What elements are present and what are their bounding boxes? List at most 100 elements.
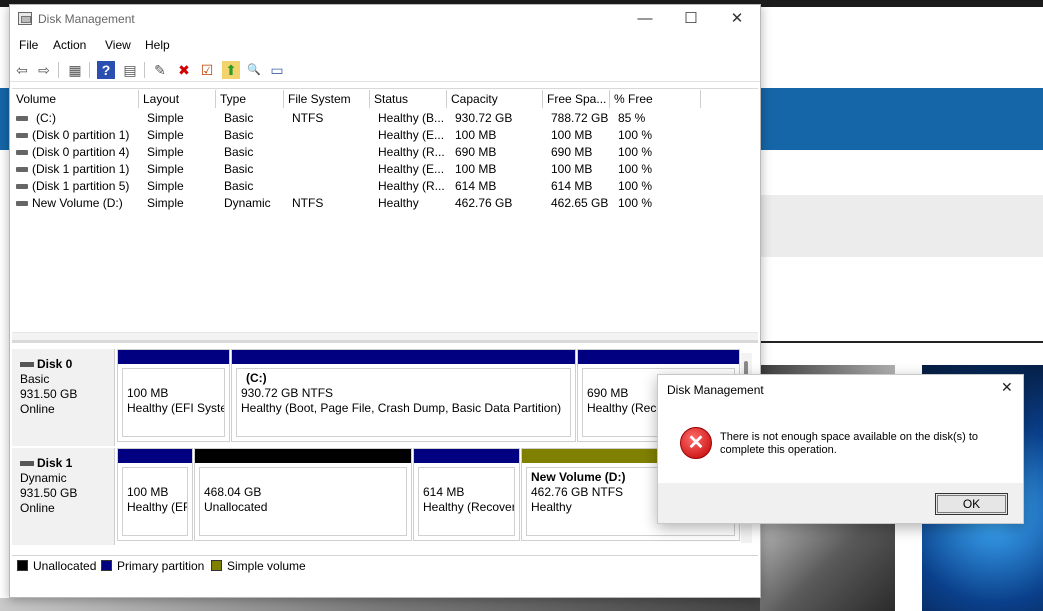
help-icon[interactable]: ? bbox=[97, 61, 115, 79]
cell-volume: (C:) bbox=[36, 111, 56, 125]
cell-percent-free: 100 % bbox=[618, 179, 653, 193]
partition-size: 614 MB bbox=[423, 485, 465, 499]
cell-type: Basic bbox=[224, 128, 254, 142]
forward-arrow-icon[interactable]: ⇨ bbox=[35, 61, 53, 79]
disk-management-window: Disk Management — ☐ ✕ File Action View H… bbox=[9, 4, 761, 598]
column-header-layout[interactable]: Layout bbox=[139, 90, 216, 108]
view-settings-icon[interactable]: ▭ bbox=[268, 61, 286, 79]
table-row[interactable]: (Disk 1 partition 1) Simple Basic Health… bbox=[12, 161, 758, 178]
disk-type: Basic bbox=[20, 372, 50, 386]
ok-button[interactable]: OK bbox=[935, 493, 1008, 515]
error-dialog: Disk Management ✕ ✕ There is not enough … bbox=[657, 374, 1024, 524]
cell-volume: New Volume (D:) bbox=[32, 196, 123, 210]
cell-layout: Simple bbox=[147, 111, 184, 125]
volume-icon bbox=[16, 184, 28, 189]
partition-status: Healthy (Recover bbox=[423, 500, 515, 514]
cell-status: Healthy bbox=[378, 196, 419, 210]
cell-free-space: 614 MB bbox=[551, 179, 593, 193]
disk-management-app-icon bbox=[18, 12, 32, 25]
partition-size: 468.04 GB bbox=[204, 485, 262, 499]
legend-label: Simple volume bbox=[227, 559, 306, 573]
column-header-percent-free[interactable]: % Free bbox=[610, 90, 701, 108]
checklist-icon[interactable]: ☑ bbox=[198, 61, 216, 79]
cell-layout: Simple bbox=[147, 162, 184, 176]
cell-capacity: 930.72 GB bbox=[455, 111, 513, 125]
table-row[interactable]: (Disk 0 partition 4) Simple Basic Health… bbox=[12, 144, 758, 161]
menu-action[interactable]: Action bbox=[53, 38, 86, 52]
title-bar[interactable]: Disk Management — ☐ ✕ bbox=[10, 5, 760, 33]
cell-layout: Simple bbox=[147, 179, 184, 193]
toolbar-separator bbox=[89, 62, 90, 78]
legend-swatch-unallocated bbox=[17, 560, 28, 571]
partition-info: 468.04 GB Unallocated bbox=[199, 467, 407, 536]
column-header-volume[interactable]: Volume bbox=[12, 90, 139, 108]
partition-bar bbox=[232, 350, 575, 364]
column-header-free-space[interactable]: Free Spa... bbox=[543, 90, 610, 108]
volume-icon bbox=[16, 167, 28, 172]
partition-title bbox=[127, 371, 220, 386]
minimize-button[interactable]: — bbox=[622, 7, 668, 31]
folder-up-icon[interactable]: ⬆ bbox=[222, 61, 240, 79]
back-arrow-icon[interactable]: ⇦ bbox=[13, 61, 31, 79]
partition-efi[interactable]: 100 MB Healthy (EFI System bbox=[117, 349, 230, 442]
table-row[interactable]: (Disk 1 partition 5) Simple Basic Health… bbox=[12, 178, 758, 195]
connect-virtual-disk-icon[interactable]: ✎ bbox=[151, 61, 169, 79]
partition-status: Healthy (Boot, Page File, Crash Dump, Ba… bbox=[241, 401, 562, 415]
dialog-close-button[interactable]: ✕ bbox=[1001, 379, 1013, 396]
cell-status: Healthy (E... bbox=[378, 162, 445, 176]
volume-icon bbox=[16, 201, 28, 206]
disk-1-label[interactable]: Disk 1 Dynamic 931.50 GB Online bbox=[12, 448, 115, 545]
partition-title bbox=[127, 470, 183, 485]
partition-title bbox=[204, 470, 402, 485]
partition-unallocated[interactable]: 468.04 GB Unallocated bbox=[194, 448, 412, 541]
cell-free-space: 788.72 GB bbox=[551, 111, 609, 125]
menu-file[interactable]: File bbox=[19, 38, 38, 52]
partition-info: 614 MB Healthy (Recover bbox=[418, 467, 515, 536]
column-header-status[interactable]: Status bbox=[370, 90, 447, 108]
delete-icon[interactable]: ✖ bbox=[175, 61, 193, 79]
column-header-capacity[interactable]: Capacity bbox=[447, 90, 543, 108]
column-header-type[interactable]: Type bbox=[216, 90, 284, 108]
disk-1-partitions: 100 MB Healthy (EF 468.04 GB Unallocated… bbox=[117, 448, 740, 541]
table-row[interactable]: (Disk 0 partition 1) Simple Basic Health… bbox=[12, 127, 758, 144]
partition-bar bbox=[414, 449, 519, 463]
partition-bar bbox=[578, 350, 739, 364]
properties-icon[interactable]: ▤ bbox=[121, 61, 139, 79]
partition-efi[interactable]: 100 MB Healthy (EF bbox=[117, 448, 193, 541]
disk-0-partitions: 100 MB Healthy (EFI System (C:) 930.72 G… bbox=[117, 349, 740, 442]
cell-layout: Simple bbox=[147, 145, 184, 159]
cell-capacity: 100 MB bbox=[455, 128, 497, 142]
show-hide-console-tree-icon[interactable]: ▦ bbox=[66, 61, 84, 79]
disk-name: Disk 0 bbox=[37, 357, 73, 371]
disk-state: Online bbox=[20, 501, 55, 515]
background-panel bbox=[760, 195, 1043, 257]
partition-recovery[interactable]: 614 MB Healthy (Recover bbox=[413, 448, 520, 541]
partition-info: 100 MB Healthy (EFI System bbox=[122, 368, 225, 437]
menu-help[interactable]: Help bbox=[145, 38, 170, 52]
partition-bar bbox=[195, 449, 411, 463]
menu-view[interactable]: View bbox=[105, 38, 131, 52]
cell-volume: (Disk 0 partition 1) bbox=[32, 128, 130, 142]
cell-layout: Simple bbox=[147, 196, 184, 210]
partition-c-drive[interactable]: (C:) 930.72 GB NTFS Healthy (Boot, Page … bbox=[231, 349, 576, 442]
disk-0-label[interactable]: Disk 0 Basic 931.50 GB Online bbox=[12, 349, 115, 446]
maximize-button[interactable]: ☐ bbox=[668, 7, 714, 31]
disk-size: 931.50 GB bbox=[20, 387, 78, 401]
search-icon[interactable]: 🔍 bbox=[245, 61, 263, 79]
horizontal-scrollbar[interactable] bbox=[12, 332, 758, 340]
pane-splitter[interactable] bbox=[12, 340, 758, 343]
partition-bar bbox=[118, 449, 192, 463]
cell-layout: Simple bbox=[147, 128, 184, 142]
cell-capacity: 690 MB bbox=[455, 145, 497, 159]
disk-graphical-view: Disk 0 Basic 931.50 GB Online 100 MB Hea… bbox=[12, 345, 740, 548]
close-button[interactable]: ✕ bbox=[714, 7, 760, 31]
cell-capacity: 462.76 GB bbox=[455, 196, 513, 210]
table-row[interactable]: New Volume (D:) Simple Dynamic NTFS Heal… bbox=[12, 195, 758, 212]
legend-swatch-primary bbox=[101, 560, 112, 571]
column-header-file-system[interactable]: File System bbox=[284, 90, 370, 108]
partition-status: Healthy (EF bbox=[127, 500, 188, 514]
dialog-message: There is not enough space available on t… bbox=[720, 431, 979, 456]
table-row[interactable]: (C:) Simple Basic NTFS Healthy (B... 930… bbox=[12, 110, 758, 127]
background-banner bbox=[760, 88, 1043, 150]
disk-size: 931.50 GB bbox=[20, 486, 78, 500]
